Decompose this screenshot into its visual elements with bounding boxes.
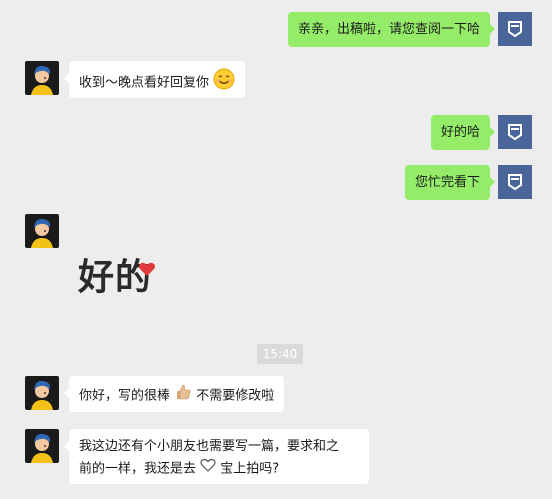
message-text-part: 前的一样，我还是去 [79,461,197,477]
self-avatar[interactable] [498,165,532,199]
thumbs-up-icon [174,383,192,409]
message-text-line: 前的一样，我还是去 宝上拍吗? [79,458,359,481]
message-text-line: 我这边还有个小朋友也需要写一篇，要求和之 [79,439,340,454]
girl-portrait-icon [25,214,59,248]
shield-avatar-icon [498,12,532,46]
contact-avatar[interactable] [25,376,59,410]
message-text: 好的哈 [440,125,480,140]
shield-avatar-icon [498,165,532,199]
self-avatar[interactable] [498,115,532,149]
message-bubble-contact[interactable]: 收到～晚点看好回复你 [63,61,246,98]
message-text: 您忙完看下 [414,175,480,190]
message-text-part: 不需要修改啦 [196,388,275,404]
message-text: 亲亲，出稿啦，请您查阅一下哈 [297,22,480,37]
smiling-face-icon [213,68,235,98]
girl-portrait-icon [25,376,59,410]
message-text: 收到～晚点看好回复你 [79,75,210,91]
message-text-part: 你好，写的很棒 [79,388,171,404]
self-avatar[interactable] [498,12,532,46]
heart-outline-icon [200,458,216,480]
time-divider: 15:40 [257,344,303,364]
contact-avatar[interactable] [25,429,59,463]
message-bubble-self[interactable]: 您忙完看下 [404,165,496,200]
shield-avatar-icon [498,115,532,149]
message-text-part: 宝上拍吗? [220,461,280,477]
girl-portrait-icon [25,61,59,95]
message-bubble-contact[interactable]: 你好，写的很棒 不需要修改啦 [63,376,285,412]
heart-icon [139,262,155,276]
message-bubble-contact[interactable]: 我这边还有个小朋友也需要写一篇，要求和之 前的一样，我还是去 宝上拍吗? [64,429,369,484]
contact-avatar[interactable] [25,61,59,95]
message-bubble-self[interactable]: 亲亲，出稿啦，请您查阅一下哈 [287,12,496,47]
message-bubble-self[interactable]: 好的哈 [430,115,496,150]
girl-portrait-icon [25,429,59,463]
contact-avatar[interactable] [25,214,59,248]
